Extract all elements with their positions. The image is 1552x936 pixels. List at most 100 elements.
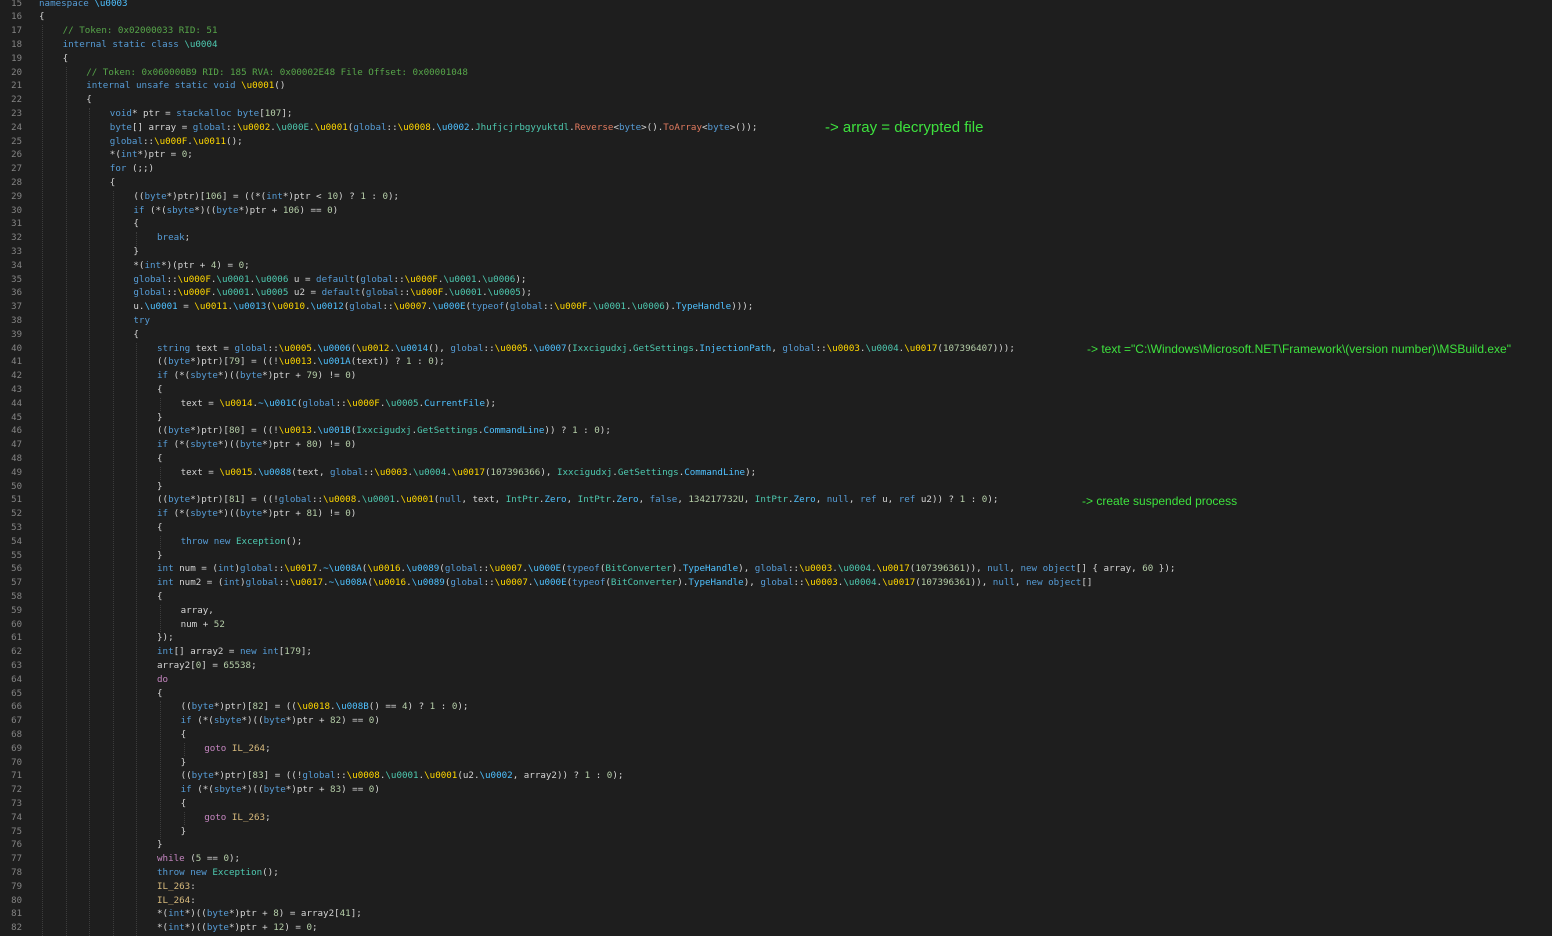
code-token: while: [157, 853, 185, 865]
code-token: 79: [228, 356, 241, 368]
line-number: 15: [11, 0, 22, 9]
code-token: 81: [228, 494, 241, 506]
code-text: *(int*)ptr = 0;: [110, 149, 193, 161]
code-token: ] = ((!: [263, 770, 303, 782]
code-token: 52: [213, 618, 225, 630]
code-token: (),: [428, 342, 451, 354]
code-text: *(int*)((byte*)ptr + 12) = 0;: [157, 922, 318, 934]
code-token: \u0012: [356, 342, 390, 354]
code-token: \u0002: [436, 121, 470, 133]
code-token: u,: [876, 494, 899, 506]
code-token: int: [217, 563, 235, 575]
code-token: \u000E: [275, 121, 310, 133]
indent-guide: [136, 232, 138, 246]
code-token: \u0003: [374, 466, 408, 478]
code-token: ] = ((!: [240, 425, 279, 437]
code-token: // Token: 0x02000033 RID: 51: [62, 25, 218, 37]
code-token: }: [157, 549, 163, 561]
code-token: InjectionPath: [699, 342, 772, 354]
code-text: global::\u000F.\u0001.\u0005 u2 = defaul…: [133, 287, 532, 299]
code-token: \u0017: [284, 563, 318, 575]
code-token: \u0005: [494, 342, 528, 354]
code-token: ).: [664, 301, 676, 313]
code-token: , array2)) ?: [512, 770, 585, 782]
code-token: \u000E: [432, 301, 466, 313]
line-number: 70: [11, 757, 22, 768]
code-token: Jhufjcjrbgyyuktdl: [475, 121, 570, 133]
code-editor[interactable]: 15 namespace \u0003 16 {17 // Token: 0x02000…: [0, 0, 1552, 936]
code-token: global: [245, 577, 279, 589]
code-token: \u0002: [237, 121, 271, 133]
line-number: 30: [11, 205, 22, 216]
code-token: void: [109, 107, 132, 119]
code-token: if: [180, 784, 192, 796]
code-text: int num2 = (int)global::\u0017.~\u008A(\…: [157, 577, 1092, 589]
code-token: TypeHandle: [682, 563, 739, 575]
line-number: 31: [11, 219, 22, 230]
code-token: typeof: [566, 563, 600, 575]
code-token: CurrentFile: [424, 397, 485, 409]
code-token: byte: [707, 121, 730, 133]
line-number: 75: [11, 826, 22, 837]
code-token: }: [157, 411, 163, 423]
line-number: 19: [11, 53, 22, 64]
code-token: Ixxcigudxj: [356, 425, 412, 437]
line-number: 24: [11, 122, 22, 133]
code-text: {: [157, 688, 163, 700]
code-text: }: [157, 839, 163, 851]
code-token: *)((: [241, 784, 264, 796]
code-token: null: [987, 563, 1010, 575]
line-number: 34: [11, 260, 22, 271]
code-token: ;: [187, 149, 193, 161]
code-token: ) =: [284, 922, 307, 934]
line-number: 67: [11, 716, 22, 727]
code-token: ::: [787, 563, 800, 575]
line-number: 43: [11, 384, 22, 395]
code-token: 10: [327, 190, 339, 202]
code-text: {: [181, 798, 187, 810]
code-token: u2)) ?: [915, 494, 960, 506]
code-token: ;: [251, 659, 257, 671]
code-token: ) !=: [317, 439, 346, 451]
code-token: }: [157, 839, 163, 851]
code-token: \u0016: [367, 563, 401, 575]
code-token: *(: [157, 908, 169, 920]
code-token: }: [180, 756, 187, 768]
code-token: \u0017: [451, 466, 485, 478]
code-token: byte: [168, 425, 191, 437]
code-token: \u0008: [346, 770, 380, 782]
code-token: ::: [793, 577, 805, 589]
code-token: :: [190, 880, 196, 892]
code-token: BitConverter: [605, 563, 672, 575]
code-text: ((byte*)ptr)[106] = ((*(int*)ptr < 10) ?…: [133, 191, 399, 203]
code-token: global: [302, 770, 336, 782]
code-token: *)ptr =: [137, 149, 182, 161]
code-token: ::: [335, 770, 347, 782]
code-token: (): [274, 80, 286, 92]
code-token: ::: [363, 466, 375, 478]
code-text: do: [157, 674, 168, 686]
line-number: 81: [11, 909, 22, 920]
line-number: 72: [11, 785, 22, 796]
code-token: global: [353, 121, 387, 133]
code-token: ();: [285, 535, 303, 547]
code-token: null: [992, 577, 1015, 589]
code-token: Ixxcigudxj: [556, 466, 613, 478]
code-token: Zero: [544, 494, 567, 506]
code-token: \u000F: [404, 273, 438, 285]
line-number: 46: [11, 426, 22, 437]
code-text: {: [157, 384, 163, 396]
code-token: ref: [898, 494, 916, 506]
code-token: sbyte: [166, 204, 195, 216]
code-token: 107: [264, 107, 282, 119]
code-token: byte: [216, 204, 239, 216]
code-token: global: [192, 121, 226, 133]
code-token: ).: [671, 563, 683, 575]
code-token: (*(: [144, 204, 167, 216]
code-token: *)ptr +: [228, 922, 274, 934]
code-text: array,: [181, 605, 214, 617]
code-token: ();: [226, 135, 243, 147]
line-number: 64: [11, 674, 22, 685]
code-text: void* ptr = stackalloc byte[107];: [110, 108, 293, 120]
code-token: byte: [144, 190, 167, 202]
